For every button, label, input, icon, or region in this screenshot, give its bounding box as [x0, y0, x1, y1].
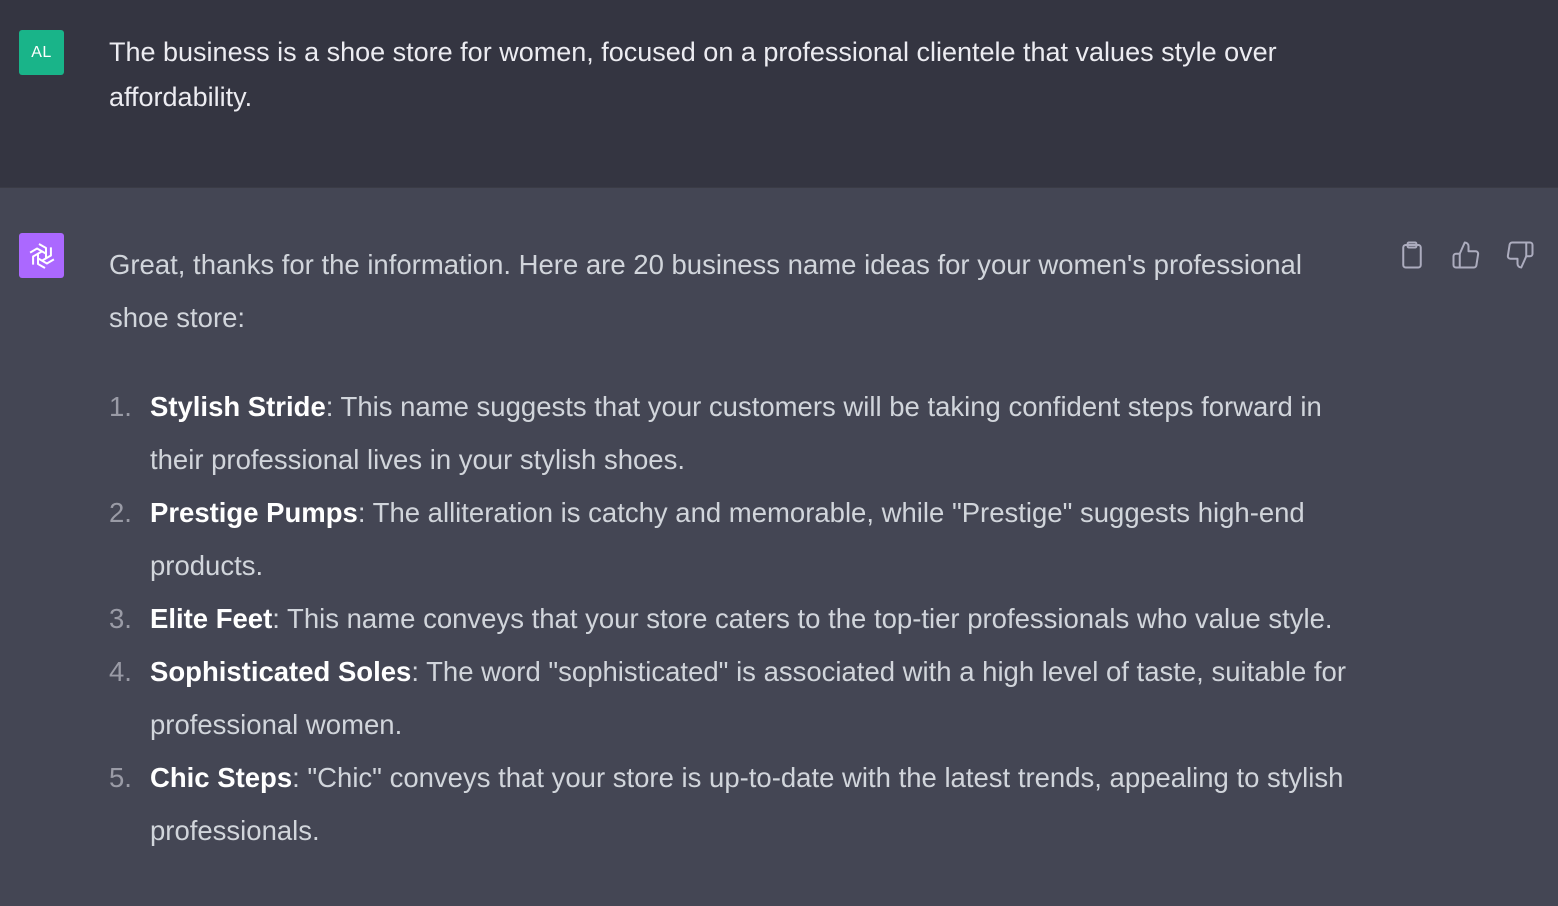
- user-message-row: AL The business is a shoe store for wome…: [0, 0, 1558, 187]
- thumbs-up-icon: [1452, 241, 1480, 269]
- list-number: 5.: [109, 762, 132, 793]
- list-item: 3. Elite Feet: This name conveys that you…: [109, 592, 1359, 645]
- assistant-avatar: [19, 233, 64, 278]
- thumbs-down-button[interactable]: [1504, 238, 1536, 272]
- assistant-message-text: Great, thanks for the information. Here …: [109, 238, 1359, 857]
- list-number: 4.: [109, 656, 132, 687]
- idea-name: Sophisticated Soles: [150, 656, 412, 687]
- list-number: 3.: [109, 603, 132, 634]
- list-item: 2. Prestige Pumps: The alliteration is ca…: [109, 486, 1359, 592]
- copy-button[interactable]: [1396, 238, 1428, 272]
- list-item: 4. Sophisticated Soles: The word "sophist…: [109, 645, 1359, 751]
- clipboard-icon: [1402, 241, 1422, 269]
- idea-name: Stylish Stride: [150, 391, 326, 422]
- user-avatar: AL: [19, 30, 64, 75]
- idea-description: : "Chic" conveys that your store is up-t…: [150, 762, 1344, 846]
- idea-name: Prestige Pumps: [150, 497, 358, 528]
- assistant-message-row: Great, thanks for the information. Here …: [0, 187, 1558, 906]
- list-item: 1. Stylish Stride: This name suggests tha…: [109, 380, 1359, 486]
- thumbs-down-icon: [1506, 241, 1534, 269]
- idea-description: : This name conveys that your store cate…: [272, 603, 1333, 634]
- assistant-intro: Great, thanks for the information. Here …: [109, 249, 1302, 333]
- list-item: 5. Chic Steps: "Chic" conveys that your s…: [109, 751, 1359, 857]
- thumbs-up-button[interactable]: [1450, 238, 1482, 272]
- openai-logo-icon: [29, 242, 54, 269]
- name-ideas-list: 1. Stylish Stride: This name suggests tha…: [109, 380, 1359, 857]
- idea-name: Chic Steps: [150, 762, 293, 793]
- idea-name: Elite Feet: [150, 603, 273, 634]
- list-number: 2.: [109, 497, 132, 528]
- idea-description: : This name suggests that your customers…: [150, 391, 1322, 475]
- user-message-text: The business is a shoe store for women, …: [109, 37, 1277, 112]
- list-number: 1.: [109, 391, 132, 422]
- message-actions: [1396, 238, 1536, 272]
